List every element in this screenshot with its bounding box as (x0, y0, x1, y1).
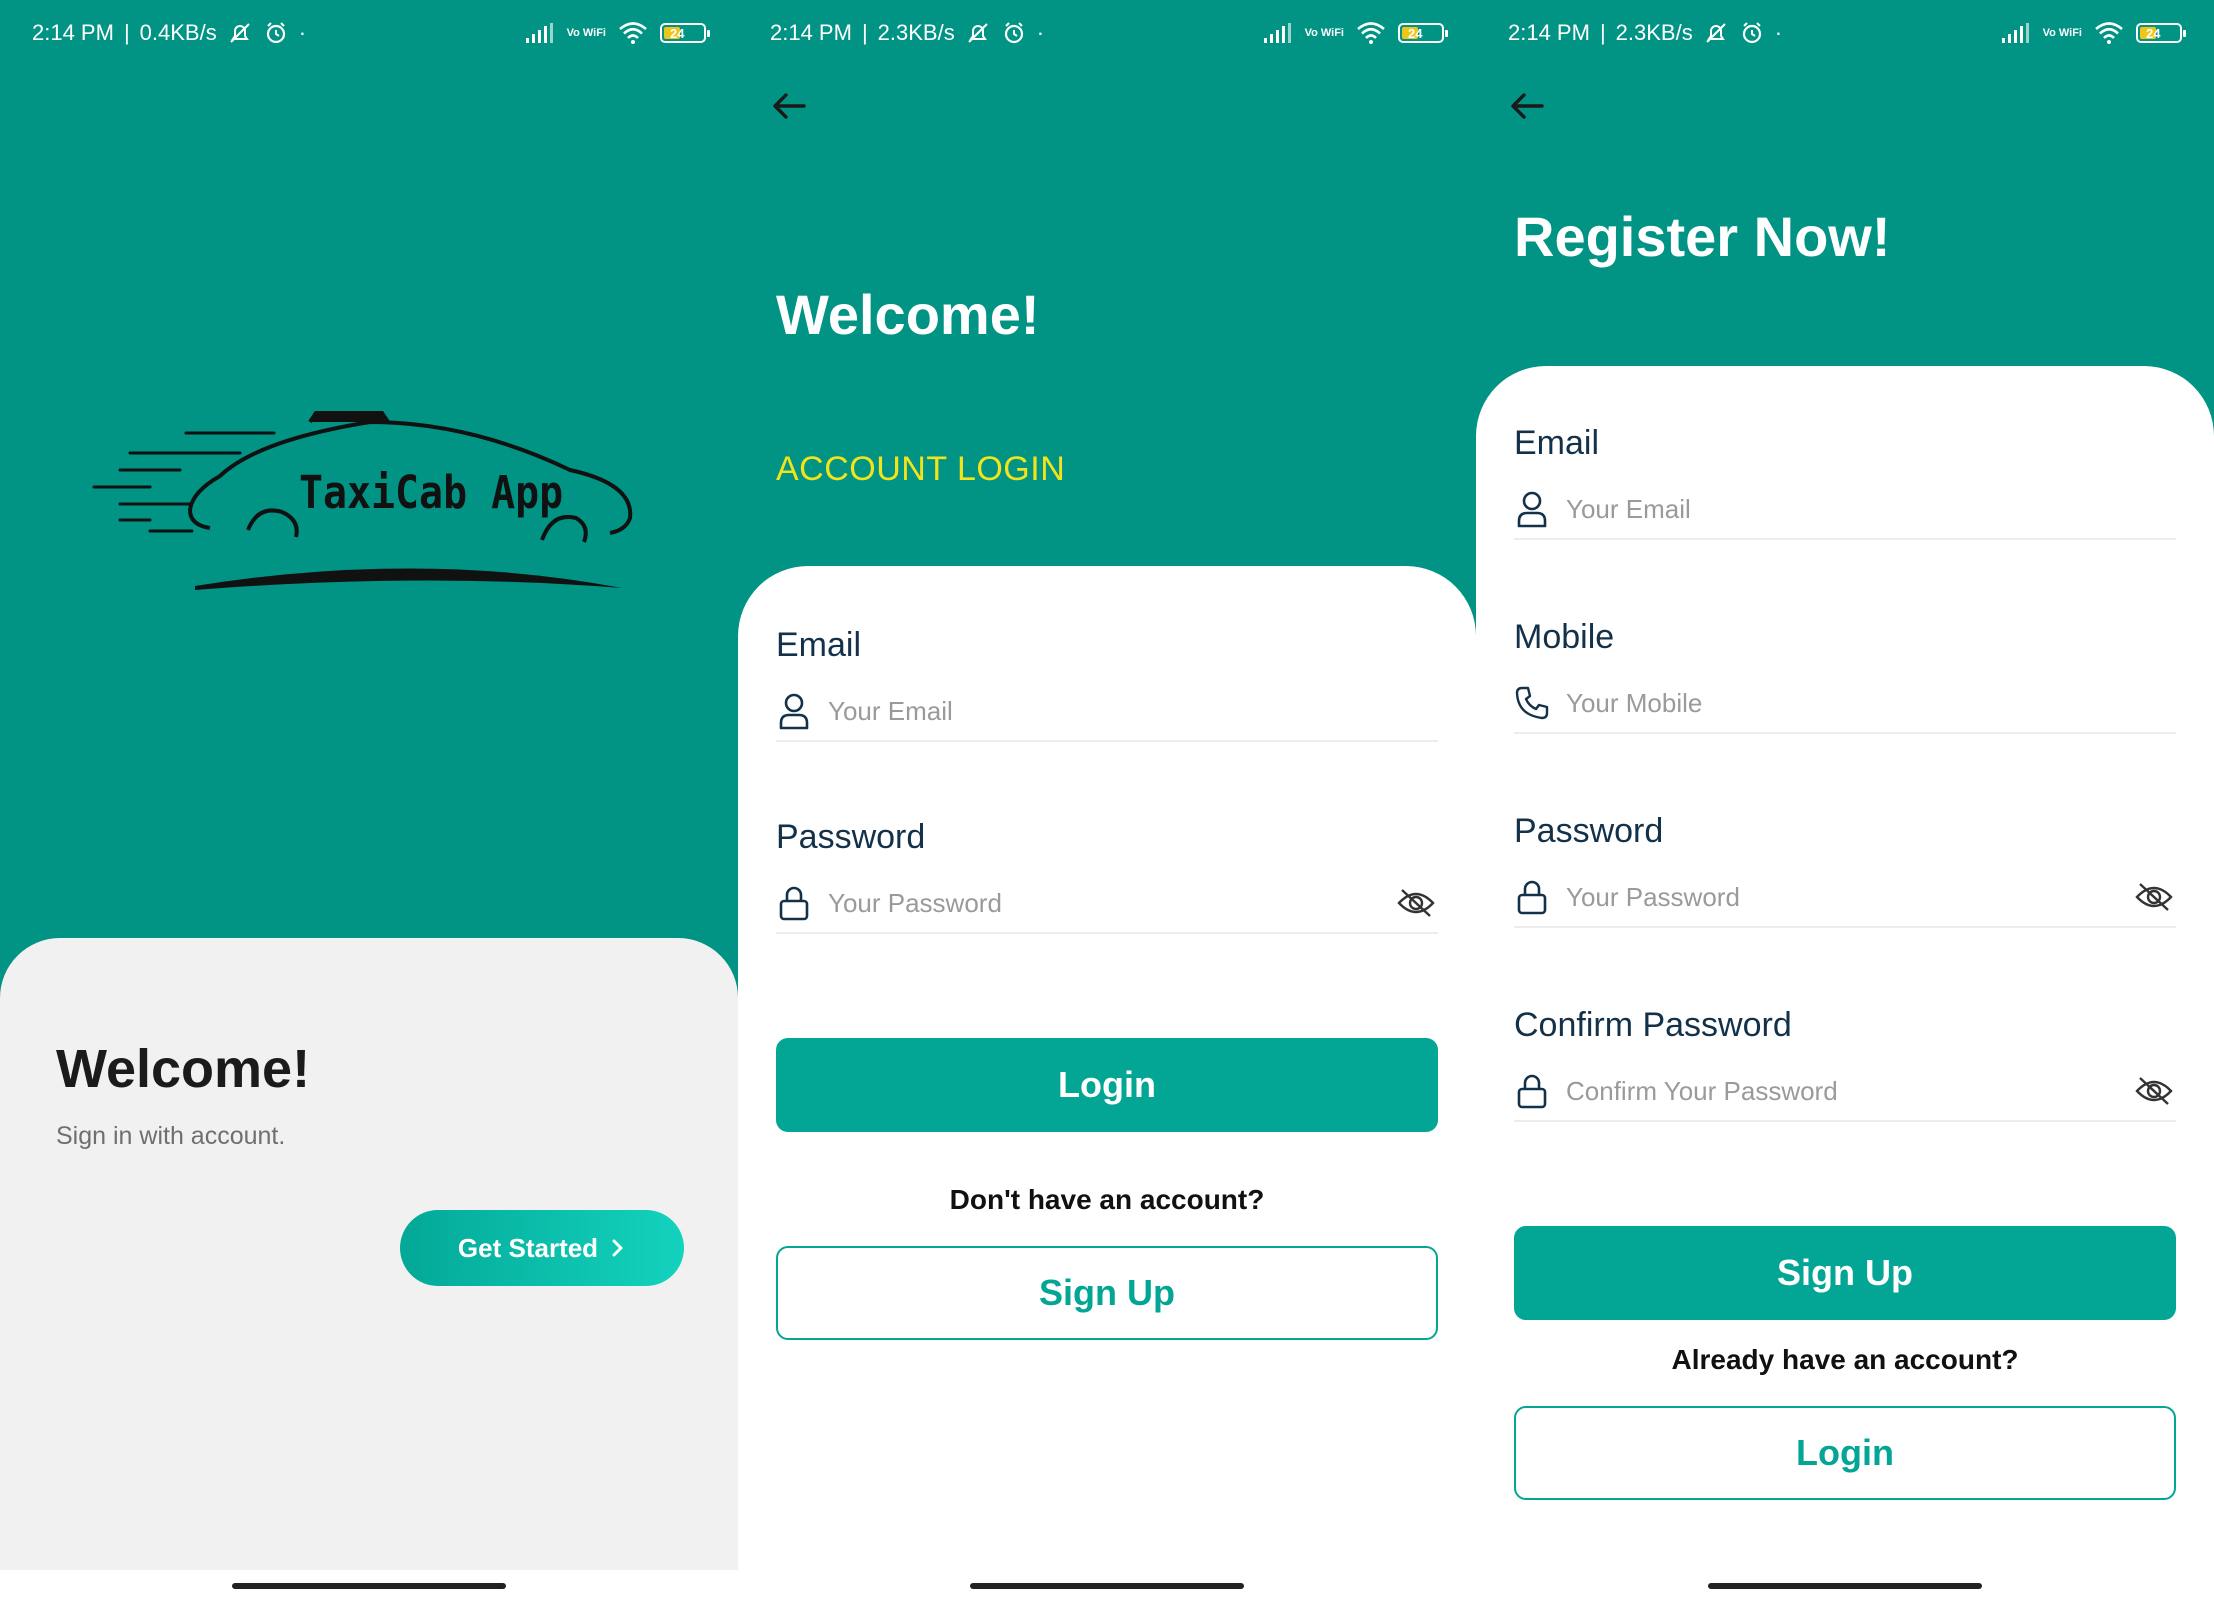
email-label: Email (776, 626, 862, 664)
password-label: Password (1514, 812, 1664, 850)
login-button[interactable]: Login (1514, 1406, 2176, 1500)
status-time: 2:14 PM (770, 20, 852, 45)
lock-icon (776, 883, 812, 923)
eye-off-icon[interactable] (2132, 877, 2176, 917)
status-bar: 2:14 PM | 0.4KB/s · Vo WiFi 24 (32, 18, 710, 48)
status-speed: 0.4KB/s (139, 20, 217, 45)
signup-button[interactable]: Sign Up (776, 1246, 1438, 1340)
wifi-icon (619, 22, 647, 44)
vowifi-label: Vo WiFi (1304, 26, 1344, 39)
battery-icon: 24 (1398, 23, 1448, 43)
signal-icon (2001, 23, 2029, 43)
signal-icon (1263, 23, 1291, 43)
password-field: Password (1514, 812, 2176, 942)
get-started-label: Get Started (457, 1232, 599, 1263)
mobile-label: Mobile (1514, 618, 1615, 656)
chevron-right-icon (612, 1239, 623, 1257)
back-arrow-icon[interactable] (1508, 86, 1548, 126)
email-field: Email (1514, 424, 2176, 554)
vowifi-label: Vo WiFi (566, 26, 606, 39)
user-icon (776, 691, 812, 731)
mute-icon (1705, 23, 1726, 43)
alarm-icon (1742, 22, 1761, 44)
logo-text: TaxiCab App (299, 467, 563, 520)
page-subtitle: ACCOUNT LOGIN (776, 450, 1066, 488)
battery-icon: 24 (660, 23, 710, 43)
status-bar: 2:14 PM | 2.3KB/s · Vo WiFi 24 (770, 18, 1448, 48)
status-speed: 2.3KB/s (1615, 20, 1693, 45)
signup-button[interactable]: Sign Up (1514, 1226, 2176, 1320)
email-input[interactable] (1566, 493, 2176, 525)
confirm-password-label: Confirm Password (1514, 1006, 1792, 1044)
home-indicator[interactable] (1708, 1583, 1982, 1589)
mute-icon (229, 23, 250, 43)
splash-screen: 2:14 PM | 0.4KB/s · Vo WiFi 24 TaxiCab A… (0, 0, 738, 1600)
user-icon (1514, 489, 1550, 529)
lock-icon (1514, 877, 1550, 917)
status-speed: 2.3KB/s (877, 20, 955, 45)
status-time: 2:14 PM (32, 20, 114, 45)
login-card: Email Password Login Don't have an a (738, 566, 1476, 1600)
mute-icon (967, 23, 988, 43)
have-account-prompt: Already have an account? (1671, 1344, 2019, 1375)
confirm-password-field: Confirm Password (1514, 1006, 2176, 1136)
password-label: Password (776, 818, 926, 856)
register-card: Email Mobile Password (1476, 366, 2214, 1600)
signal-icon (525, 23, 553, 43)
password-input[interactable] (828, 887, 1394, 919)
car-logo-icon: TaxiCab App (92, 411, 633, 590)
register-screen: 2:14 PM | 2.3KB/s · Vo WiFi 24 Register … (1476, 0, 2214, 1600)
wifi-icon (2095, 22, 2123, 44)
home-indicator[interactable] (232, 1583, 506, 1589)
mobile-input[interactable] (1566, 687, 2176, 719)
no-account-prompt: Don't have an account? (949, 1184, 1265, 1215)
alarm-icon (1004, 22, 1023, 44)
login-button[interactable]: Login (776, 1038, 1438, 1132)
wifi-icon (1357, 22, 1385, 44)
eye-off-icon[interactable] (1394, 883, 1438, 923)
lock-icon (1514, 1071, 1550, 1111)
page-title: Register Now! (1514, 205, 1891, 268)
welcome-title: Welcome! (56, 1039, 311, 1099)
email-input[interactable] (828, 695, 1438, 727)
battery-icon: 24 (2136, 23, 2186, 43)
back-arrow-icon[interactable] (770, 86, 810, 126)
password-field: Password (776, 818, 1438, 948)
alarm-icon (266, 22, 285, 44)
page-title: Welcome! (776, 283, 1040, 346)
login-screen: 2:14 PM | 2.3KB/s · Vo WiFi 24 Welcome! … (738, 0, 1476, 1600)
vowifi-label: Vo WiFi (2042, 26, 2082, 39)
eye-off-icon[interactable] (2132, 1071, 2176, 1111)
welcome-subtitle: Sign in with account. (56, 1122, 286, 1150)
phone-icon (1514, 683, 1550, 723)
email-label: Email (1514, 424, 1600, 462)
status-bar: 2:14 PM | 2.3KB/s · Vo WiFi 24 (1508, 18, 2186, 48)
status-time: 2:14 PM (1508, 20, 1590, 45)
password-input[interactable] (1566, 881, 2132, 913)
email-field: Email (776, 626, 1438, 756)
get-started-button[interactable]: Get Started (400, 1210, 684, 1286)
home-indicator[interactable] (970, 1583, 1244, 1589)
mobile-field: Mobile (1514, 618, 2176, 748)
taxicab-logo: TaxiCab App (90, 400, 650, 610)
confirm-password-input[interactable] (1566, 1075, 2132, 1107)
